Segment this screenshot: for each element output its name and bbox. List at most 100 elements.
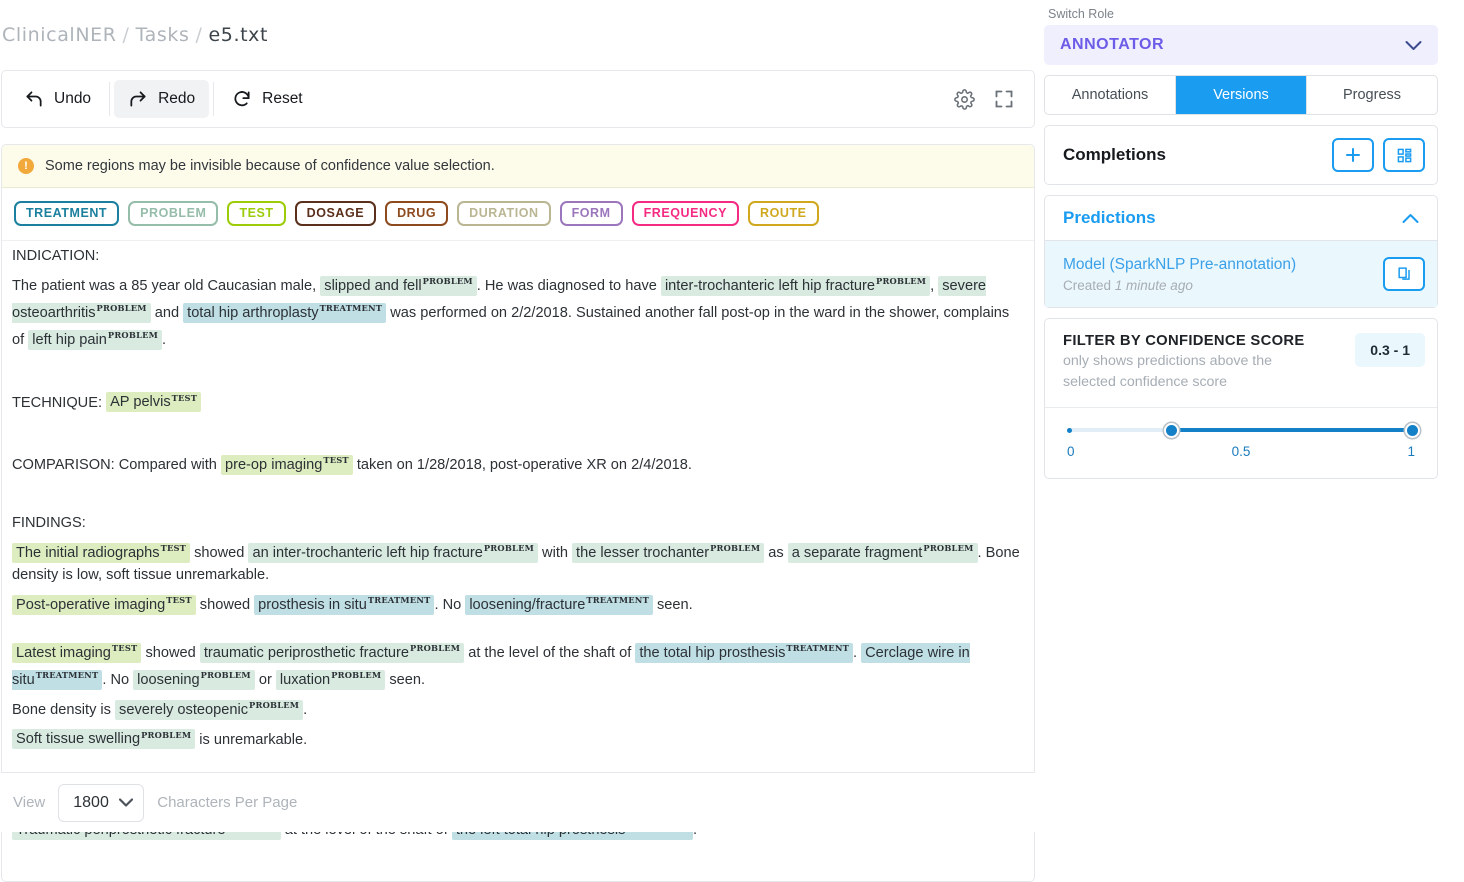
paragraph-spacer (12, 753, 1022, 771)
tab-annotations[interactable]: Annotations (1045, 76, 1176, 114)
entity-test[interactable]: Latest imagingTEST (12, 643, 141, 663)
toolbar-divider-1 (109, 82, 110, 116)
add-completion-button[interactable] (1332, 138, 1374, 172)
paragraph-findings-5: Soft tissue swellingPROBLEM is unremarka… (12, 724, 1022, 751)
plain-text: . No (434, 597, 465, 613)
plain-text: or (255, 672, 276, 688)
settings-button[interactable] (944, 80, 984, 118)
entity-problem[interactable]: slipped and fellPROBLEM (320, 276, 477, 296)
entity-text: The initial radiographs (16, 545, 160, 561)
label-chip-duration[interactable]: DURATION (457, 201, 550, 226)
toolbar-divider-2 (213, 82, 214, 116)
prediction-item[interactable]: Model (SparkNLP Pre-annotation) Created … (1045, 240, 1437, 307)
predictions-header[interactable]: Predictions (1045, 196, 1437, 240)
entity-label-tag: PROBLEM (484, 543, 534, 553)
warning-icon: ! (18, 158, 34, 174)
entity-test[interactable]: pre-op imagingTEST (221, 455, 353, 475)
entity-treatment[interactable]: loosening/fractureTREATMENT (465, 595, 653, 615)
entity-test[interactable]: Post-operative imagingTEST (12, 595, 196, 615)
paragraph-spacer (12, 431, 1022, 449)
fullscreen-button[interactable] (984, 80, 1024, 118)
slider-tick-labels: 00.51 (1067, 444, 1415, 464)
copy-prediction-button[interactable] (1383, 257, 1425, 291)
confidence-filter-header: FILTER BY CONFIDENCE SCORE only shows pr… (1045, 319, 1437, 407)
slider-handle-min[interactable] (1164, 423, 1179, 438)
paragraph-findings-2: Post-operative imagingTEST showed prosth… (12, 589, 1022, 616)
entity-text: Post-operative imaging (16, 597, 165, 613)
entity-text: severely osteopenic (119, 702, 248, 718)
switch-role-label: Switch Role (1044, 0, 1438, 25)
slider-start-dot (1067, 428, 1072, 433)
gear-icon (954, 89, 975, 110)
label-chip-form[interactable]: FORM (560, 201, 623, 226)
entity-text: prosthesis in situ (258, 597, 367, 613)
entity-text: left hip pain (32, 332, 107, 348)
chars-per-page-value: 1800 (73, 794, 109, 812)
entity-problem[interactable]: traumatic periprosthetic fracturePROBLEM (200, 643, 464, 663)
plain-text: INDICATION: (12, 248, 99, 264)
label-chip-list: TREATMENT PROBLEM TEST DOSAGE DRUG DURATION FO… (2, 188, 1034, 240)
view-label: View (13, 794, 45, 811)
paragraph-spacer (12, 369, 1022, 387)
role-select[interactable]: ANNOTATOR (1044, 25, 1438, 65)
confidence-filter-description: only shows predictions above the selecte… (1063, 351, 1313, 393)
paragraph-technique: TECHNIQUE: AP pelvisTEST (12, 387, 1022, 414)
entity-problem[interactable]: inter-trochanteric left hip fracturePROB… (661, 276, 930, 296)
breadcrumb-separator-1: / (123, 24, 130, 46)
undo-button[interactable]: Undo (10, 80, 105, 118)
reset-button[interactable]: Reset (218, 80, 317, 118)
breadcrumb-section[interactable]: Tasks (136, 24, 190, 46)
entity-problem[interactable]: left hip painPROBLEM (28, 330, 162, 350)
entity-problem[interactable]: a separate fragmentPROBLEM (788, 543, 978, 563)
plain-text: . No (102, 672, 133, 688)
entity-problem[interactable]: severely osteopenicPROBLEM (115, 700, 303, 720)
entity-test[interactable]: AP pelvisTEST (106, 392, 201, 412)
breadcrumb-project[interactable]: ClinicalNER (2, 24, 117, 46)
redo-button[interactable]: Redo (114, 80, 209, 118)
paragraph-indication-body: The patient was a 85 year old Caucasian … (12, 270, 1022, 351)
entity-treatment[interactable]: prosthesis in situTREATMENT (254, 595, 434, 615)
entity-label-tag: TEST (172, 393, 197, 403)
label-chip-drug[interactable]: DRUG (385, 201, 448, 226)
chevron-down-icon (1405, 40, 1422, 51)
entity-problem[interactable]: the lesser trochanterPROBLEM (572, 543, 764, 563)
chevron-down-icon (119, 798, 133, 807)
slider-tick-1: 0.5 (1232, 444, 1251, 459)
copy-icon (1397, 266, 1412, 281)
label-chip-frequency[interactable]: FREQUENCY (632, 201, 739, 226)
entity-problem[interactable]: luxationPROBLEM (276, 670, 385, 690)
grid-view-button[interactable] (1383, 138, 1425, 172)
paragraph-comparison: COMPARISON: Compared with pre-op imaging… (12, 449, 1022, 476)
label-chip-route[interactable]: ROUTE (748, 201, 819, 226)
entity-label-tag: TREATMENT (786, 643, 849, 653)
entity-treatment[interactable]: total hip arthroplastyTREATMENT (183, 303, 386, 323)
label-chip-problem[interactable]: PROBLEM (128, 201, 218, 226)
warning-text: Some regions may be invisible because of… (45, 158, 495, 174)
entity-problem[interactable]: an inter-trochanteric left hip fractureP… (248, 543, 538, 563)
entity-text: the lesser trochanter (576, 545, 709, 561)
label-chip-test[interactable]: TEST (227, 201, 285, 226)
reset-icon (232, 89, 252, 109)
paragraph-findings-heading: FINDINGS: (12, 512, 1022, 534)
chars-per-page-label: Characters Per Page (157, 794, 297, 811)
entity-test[interactable]: The initial radiographsTEST (12, 543, 190, 563)
tab-versions[interactable]: Versions (1176, 76, 1307, 114)
entity-text: AP pelvis (110, 394, 171, 410)
entity-treatment[interactable]: the total hip prosthesisTREATMENT (635, 643, 853, 663)
chars-per-page-select[interactable]: 1800 (58, 784, 144, 822)
confidence-slider[interactable] (1067, 424, 1415, 436)
tab-progress[interactable]: Progress (1307, 76, 1437, 114)
entity-label-tag: PROBLEM (923, 543, 973, 553)
confidence-slider-wrap: 00.51 (1045, 407, 1437, 478)
entity-label-tag: PROBLEM (141, 730, 191, 740)
chevron-up-icon[interactable] (1402, 213, 1425, 224)
label-chip-treatment[interactable]: TREATMENT (14, 201, 119, 226)
entity-problem[interactable]: looseningPROBLEM (133, 670, 255, 690)
slider-handle-max[interactable] (1405, 423, 1420, 438)
plain-text: at the level of the shaft of (464, 645, 635, 661)
entity-problem[interactable]: Soft tissue swellingPROBLEM (12, 729, 195, 749)
entity-text: loosening (137, 672, 199, 688)
label-chip-dosage[interactable]: DOSAGE (295, 201, 376, 226)
paragraph-findings-4: Bone density is severely osteopenicPROBL… (12, 694, 1022, 721)
confidence-filter-card: FILTER BY CONFIDENCE SCORE only shows pr… (1044, 318, 1438, 479)
